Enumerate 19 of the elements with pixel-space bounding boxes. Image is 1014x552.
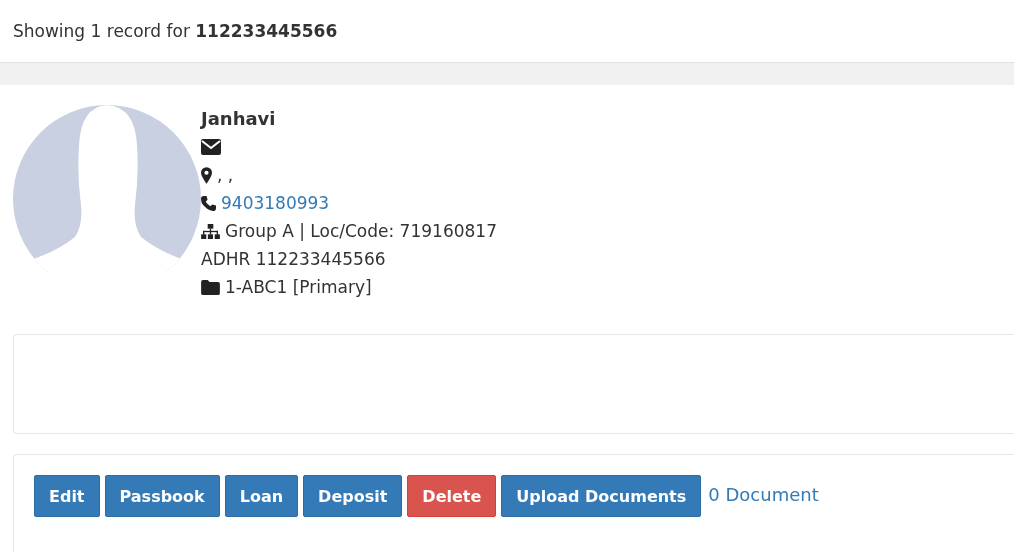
detail-text: ADHR 112233445566 <box>201 248 386 271</box>
detail-text: , , <box>217 164 234 187</box>
action-button[interactable]: Passbook <box>104 475 220 517</box>
hierarchy-icon <box>201 223 220 239</box>
action-button[interactable]: Upload Documents <box>501 475 702 517</box>
action-button[interactable]: Loan <box>224 475 299 517</box>
action-button[interactable]: Delete <box>407 475 497 517</box>
documents-link[interactable]: 0 Document <box>708 475 819 515</box>
detail-text: Group A | Loc/Code: 719160817 <box>225 220 497 243</box>
folder-icon <box>201 279 220 295</box>
action-button[interactable]: Deposit <box>303 475 403 517</box>
phone-icon <box>201 195 216 211</box>
phone-link[interactable]: 9403180993 <box>221 189 330 217</box>
result-summary: Showing 1 record for 112233445566 <box>13 21 338 41</box>
detail-text: 1-ABC1 [Primary] <box>225 276 372 299</box>
envelope-icon <box>201 139 221 155</box>
map-pin-icon <box>201 166 212 184</box>
action-button[interactable]: Edit <box>34 475 100 517</box>
member-name: Janhavi <box>201 107 277 131</box>
